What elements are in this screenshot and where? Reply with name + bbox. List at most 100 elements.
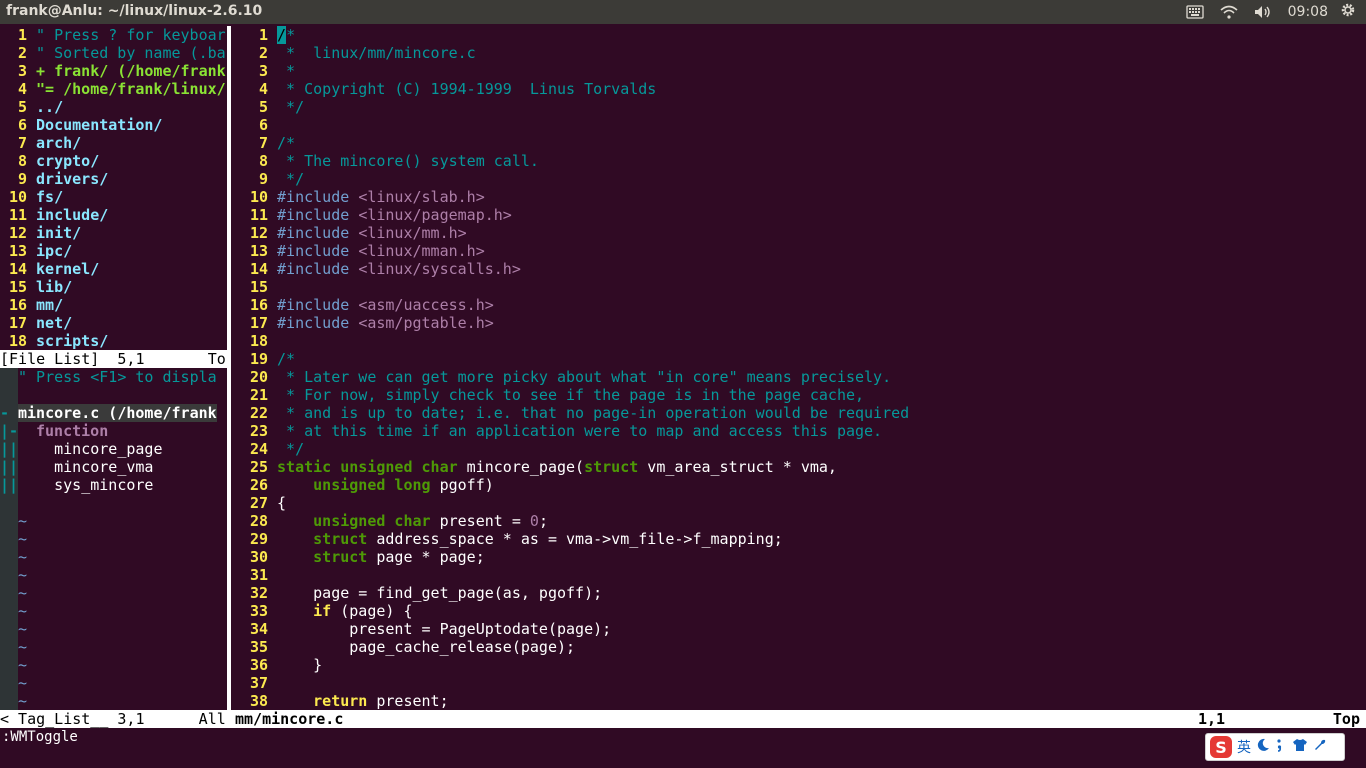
code-line[interactable]: 31 xyxy=(240,566,1366,584)
file-list-pane[interactable]: 1 " Press ? for keyboar 2 " Sorted by nam… xyxy=(0,26,227,350)
tag-list-pane[interactable]: " Press <F1> to displa - mincore.c (/home… xyxy=(0,368,227,710)
tag-name[interactable]: mincore_vma xyxy=(18,458,153,476)
code-editor[interactable]: 1 /* 2 * linux/mm/mincore.c 3 * 4 * Copyrig… xyxy=(240,26,1366,710)
code-line[interactable]: 23 * at this time if an application were… xyxy=(240,422,1366,440)
directory-entry[interactable]: ipc/ xyxy=(36,242,72,260)
code-line[interactable]: 11 #include <linux/pagemap.h> xyxy=(240,206,1366,224)
keyboard-icon[interactable] xyxy=(1185,5,1204,19)
command-line[interactable]: :WMToggle xyxy=(2,728,78,746)
vertical-split[interactable] xyxy=(227,26,231,710)
directory-entry[interactable]: init/ xyxy=(36,224,81,242)
code-line[interactable]: 17 #include <asm/pgtable.h> xyxy=(240,314,1366,332)
code-line[interactable]: 21 * For now, simply check to see if the… xyxy=(240,386,1366,404)
file-list-row[interactable]: 6 Documentation/ xyxy=(0,116,227,134)
code-line[interactable]: 27 { xyxy=(240,494,1366,512)
code-line[interactable]: 34 present = PageUptodate(page); xyxy=(240,620,1366,638)
file-list-row[interactable]: 9 drivers/ xyxy=(0,170,227,188)
directory-entry[interactable]: include/ xyxy=(36,206,108,224)
directory-entry[interactable]: fs/ xyxy=(36,188,63,206)
code-line[interactable]: 29 struct address_space * as = vma->vm_f… xyxy=(240,530,1366,548)
tag-name[interactable]: mincore_page xyxy=(18,440,162,458)
line-number: 27 xyxy=(249,494,268,512)
tag-list-file[interactable]: - mincore.c (/home/frank xyxy=(0,404,227,422)
file-list-row[interactable]: 2 " Sorted by name (.ba xyxy=(0,44,227,62)
file-list-row[interactable]: 12 init/ xyxy=(0,224,227,242)
code-line[interactable]: 13 #include <linux/mman.h> xyxy=(240,242,1366,260)
fold-marker[interactable]: - xyxy=(0,404,18,422)
directory-entry[interactable]: Documentation/ xyxy=(36,116,162,134)
file-list-row[interactable]: 17 net/ xyxy=(0,314,227,332)
code-line[interactable]: 20 * Later we can get more picky about w… xyxy=(240,368,1366,386)
tag-item[interactable]: || mincore_vma xyxy=(0,458,227,476)
file-list-row[interactable]: 5 ../ xyxy=(0,98,227,116)
clock[interactable]: 09:08 xyxy=(1288,4,1328,20)
code-line[interactable]: 2 * linux/mm/mincore.c xyxy=(240,44,1366,62)
code-line[interactable]: 35 page_cache_release(page); xyxy=(240,638,1366,656)
file-list-row[interactable]: 3 + frank/ (/home/frank xyxy=(0,62,227,80)
wrench-icon[interactable] xyxy=(1313,738,1327,756)
directory-entry[interactable]: crypto/ xyxy=(36,152,99,170)
fold-marker xyxy=(0,494,18,512)
tag-item[interactable]: || mincore_page xyxy=(0,440,227,458)
file-list-row[interactable]: 11 include/ xyxy=(0,206,227,224)
file-list-row[interactable]: 18 scripts/ xyxy=(0,332,227,350)
code-line[interactable]: 26 unsigned long pgoff) xyxy=(240,476,1366,494)
code-line[interactable]: 15 xyxy=(240,278,1366,296)
code-line[interactable]: 32 page = find_get_page(as, pgoff); xyxy=(240,584,1366,602)
code-line[interactable]: 28 unsigned char present = 0; xyxy=(240,512,1366,530)
language-toggle[interactable]: 英 xyxy=(1237,737,1251,757)
directory-entry[interactable]: scripts/ xyxy=(36,332,108,350)
code-line[interactable]: 24 */ xyxy=(240,440,1366,458)
ime-toolbar[interactable]: S 英 xyxy=(1205,733,1345,761)
file-list-row[interactable]: 7 arch/ xyxy=(0,134,227,152)
code-line[interactable]: 22 * and is up to date; i.e. that no pag… xyxy=(240,404,1366,422)
code-line[interactable]: 4 * Copyright (C) 1994-1999 Linus Torval… xyxy=(240,80,1366,98)
directory-entry[interactable]: net/ xyxy=(36,314,72,332)
code-line[interactable]: 25 static unsigned char mincore_page(str… xyxy=(240,458,1366,476)
code-line[interactable]: 30 struct page * page; xyxy=(240,548,1366,566)
code-line[interactable]: 19 /* xyxy=(240,350,1366,368)
wifi-icon[interactable] xyxy=(1220,5,1238,19)
code-line[interactable]: 1 /* xyxy=(240,26,1366,44)
code-line[interactable]: 36 } xyxy=(240,656,1366,674)
code-line[interactable]: 10 #include <linux/slab.h> xyxy=(240,188,1366,206)
code-line[interactable]: 18 xyxy=(240,332,1366,350)
sogou-logo-icon[interactable]: S xyxy=(1210,736,1232,758)
volume-icon[interactable] xyxy=(1254,5,1272,19)
file-list-row[interactable]: 13 ipc/ xyxy=(0,242,227,260)
code-line[interactable]: 7 /* xyxy=(240,134,1366,152)
directory-entry[interactable]: arch/ xyxy=(36,134,81,152)
fold-marker[interactable]: |- xyxy=(0,422,18,440)
code-line[interactable]: 9 */ xyxy=(240,170,1366,188)
code-line[interactable]: 8 * The mincore() system call. xyxy=(240,152,1366,170)
directory-entry[interactable]: mm/ xyxy=(36,296,63,314)
moon-icon[interactable] xyxy=(1256,738,1270,756)
directory-entry[interactable]: lib/ xyxy=(36,278,72,296)
tag-name[interactable]: sys_mincore xyxy=(18,476,153,494)
shirt-icon[interactable] xyxy=(1292,738,1308,756)
code-line[interactable]: 12 #include <linux/mm.h> xyxy=(240,224,1366,242)
file-list-row[interactable]: 14 kernel/ xyxy=(0,260,227,278)
code-line[interactable]: 33 if (page) { xyxy=(240,602,1366,620)
gear-icon[interactable] xyxy=(1340,2,1356,22)
code-line[interactable]: 38 return present; xyxy=(240,692,1366,710)
code-line[interactable]: 14 #include <linux/syscalls.h> xyxy=(240,260,1366,278)
file-list-row[interactable]: 15 lib/ xyxy=(0,278,227,296)
empty-line-marker: ~ xyxy=(0,512,227,530)
code-line[interactable]: 6 xyxy=(240,116,1366,134)
tag-item[interactable]: || sys_mincore xyxy=(0,476,227,494)
file-list-row[interactable]: 10 fs/ xyxy=(0,188,227,206)
directory-entry[interactable]: drivers/ xyxy=(36,170,108,188)
directory-entry[interactable]: kernel/ xyxy=(36,260,99,278)
code-line[interactable]: 3 * xyxy=(240,62,1366,80)
file-list-row[interactable]: 4 "= /home/frank/linux/ xyxy=(0,80,227,98)
code-line[interactable]: 5 */ xyxy=(240,98,1366,116)
tag-list-function-group[interactable]: |- function xyxy=(0,422,227,440)
file-list-row[interactable]: 1 " Press ? for keyboar xyxy=(0,26,227,44)
directory-entry[interactable]: ../ xyxy=(36,98,63,116)
punctuation-icon[interactable] xyxy=(1275,738,1287,756)
code-line[interactable]: 16 #include <asm/uaccess.h> xyxy=(240,296,1366,314)
file-list-row[interactable]: 16 mm/ xyxy=(0,296,227,314)
code-line[interactable]: 37 xyxy=(240,674,1366,692)
file-list-row[interactable]: 8 crypto/ xyxy=(0,152,227,170)
